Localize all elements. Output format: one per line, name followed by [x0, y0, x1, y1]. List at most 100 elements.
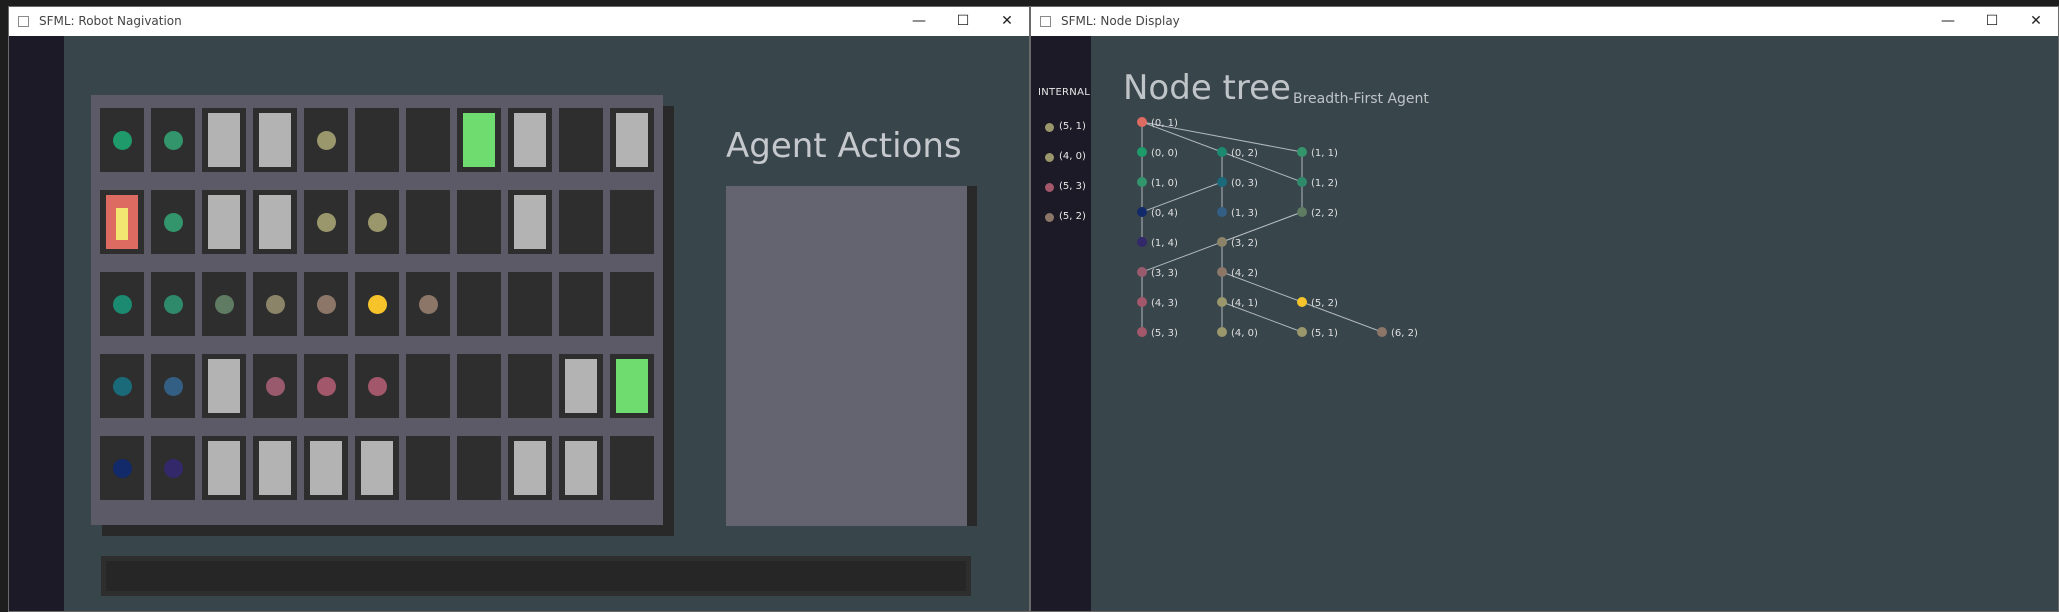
grid-cell-3-9: [559, 354, 603, 418]
render-area: INTERNAL (5, 1) (4, 0) (5, 3) (5, 2) Node t…: [1031, 36, 2058, 611]
grid-cell-3-6: [406, 354, 450, 418]
goal-tile: [463, 113, 495, 167]
grid-cell-1-2: [202, 190, 246, 254]
obstacle-tile: [259, 195, 291, 249]
obstacle-tile: [208, 359, 240, 413]
tree-node: [1217, 297, 1227, 307]
node-tree-graph: (0, 1) (0, 0) (0, 2) (1, 1) (1, 0) (0, 3) (1, …: [1137, 117, 1418, 339]
grid-cell-1-4: [304, 190, 348, 254]
grid-cell-0-3: [253, 108, 297, 172]
grid-cell-4-9: [559, 436, 603, 500]
maximize-button[interactable]: ☐: [1970, 7, 2014, 36]
grid-cell-4-4: [304, 436, 348, 500]
obstacle-tile: [514, 441, 546, 495]
tree-node-label: (1, 4): [1151, 238, 1178, 249]
tree-node: [1217, 327, 1227, 337]
visited-node-marker: [266, 377, 285, 396]
tree-node: [1297, 147, 1307, 157]
grid-cell-2-0: [100, 272, 144, 336]
grid-cell-1-10: [610, 190, 654, 254]
node-display-window: SFML: Node Display — ☐ ✕ INTERNAL (5, 1)…: [1030, 6, 2059, 612]
grid-cell-1-5: [355, 190, 399, 254]
title-bar[interactable]: SFML: Node Display — ☐ ✕: [1031, 7, 2058, 36]
visited-node-marker: [317, 377, 336, 396]
grid-cell-1-0: [100, 190, 144, 254]
window-title: SFML: Node Display: [1061, 14, 1180, 28]
app-icon: [1040, 16, 1051, 27]
grid-cell-0-1: [151, 108, 195, 172]
visited-node-marker: [164, 377, 183, 396]
tree-node: [1297, 207, 1307, 217]
grid-cell-3-8: [508, 354, 552, 418]
visited-node-marker: [164, 459, 183, 478]
obstacle-tile: [208, 441, 240, 495]
grid-cell-1-7: [457, 190, 501, 254]
visited-node-marker: [164, 131, 183, 150]
visited-node-marker: [368, 213, 387, 232]
close-button[interactable]: ✕: [985, 7, 1029, 36]
goal-tile: [616, 359, 648, 413]
visited-node-marker: [368, 295, 387, 314]
grid-cell-0-7: [457, 108, 501, 172]
tree-node-label: (3, 3): [1151, 268, 1178, 279]
minimize-button[interactable]: —: [1926, 7, 1970, 36]
tree-node-label: (4, 2): [1231, 268, 1258, 279]
grid-cell-4-5: [355, 436, 399, 500]
tree-node: [1137, 267, 1147, 277]
tree-node-label: (0, 4): [1151, 208, 1178, 219]
visited-node-marker: [113, 295, 132, 314]
grid-cell-0-9: [559, 108, 603, 172]
grid-cell-2-9: [559, 272, 603, 336]
bottom-bar: [101, 556, 971, 596]
minimize-button[interactable]: —: [897, 7, 941, 36]
grid-cell-2-4: [304, 272, 348, 336]
grid-cell-1-8: [508, 190, 552, 254]
tree-node: [1137, 117, 1147, 127]
tree-node-label: (0, 0): [1151, 148, 1178, 159]
grid-cell-4-7: [457, 436, 501, 500]
grid-cell-0-10: [610, 108, 654, 172]
grid-cell-2-5: [355, 272, 399, 336]
left-sidebar: [9, 36, 64, 611]
obstacle-tile: [514, 195, 546, 249]
tree-node: [1137, 327, 1147, 337]
grid-cell-0-4: [304, 108, 348, 172]
grid-cell-2-7: [457, 272, 501, 336]
title-bar[interactable]: SFML: Robot Nagivation — ☐ ✕: [9, 7, 1029, 36]
tree-node-label: (1, 3): [1231, 208, 1258, 219]
visited-node-marker: [164, 295, 183, 314]
tree-node: [1297, 327, 1307, 337]
tree-node: [1377, 327, 1387, 337]
tree-node-label: (0, 2): [1231, 148, 1258, 159]
agent-actions-panel: [726, 186, 967, 526]
app-icon: [18, 16, 29, 27]
tree-node: [1297, 177, 1307, 187]
window-title: SFML: Robot Nagivation: [39, 14, 182, 28]
ide-background-strip: [0, 0, 8, 612]
grid-cell-3-4: [304, 354, 348, 418]
visited-node-marker: [113, 131, 132, 150]
obstacle-tile: [361, 441, 393, 495]
visited-node-marker: [266, 295, 285, 314]
tree-node: [1137, 297, 1147, 307]
tree-node: [1217, 267, 1227, 277]
visited-node-marker: [317, 213, 336, 232]
tree-node-label: (4, 3): [1151, 298, 1178, 309]
visited-node-marker: [113, 377, 132, 396]
visited-node-marker: [215, 295, 234, 314]
tree-node-label: (2, 2): [1311, 208, 1338, 219]
grid-cell-1-6: [406, 190, 450, 254]
grid-cell-4-1: [151, 436, 195, 500]
tree-node: [1297, 297, 1307, 307]
robot-agent: [106, 195, 138, 249]
obstacle-tile: [259, 113, 291, 167]
grid-cell-2-2: [202, 272, 246, 336]
obstacle-tile: [514, 113, 546, 167]
grid-cell-4-2: [202, 436, 246, 500]
maximize-button[interactable]: ☐: [941, 7, 985, 36]
grid-cell-2-1: [151, 272, 195, 336]
close-button[interactable]: ✕: [2014, 7, 2058, 36]
tree-node: [1217, 147, 1227, 157]
navigation-grid: [91, 95, 663, 525]
obstacle-tile: [565, 359, 597, 413]
